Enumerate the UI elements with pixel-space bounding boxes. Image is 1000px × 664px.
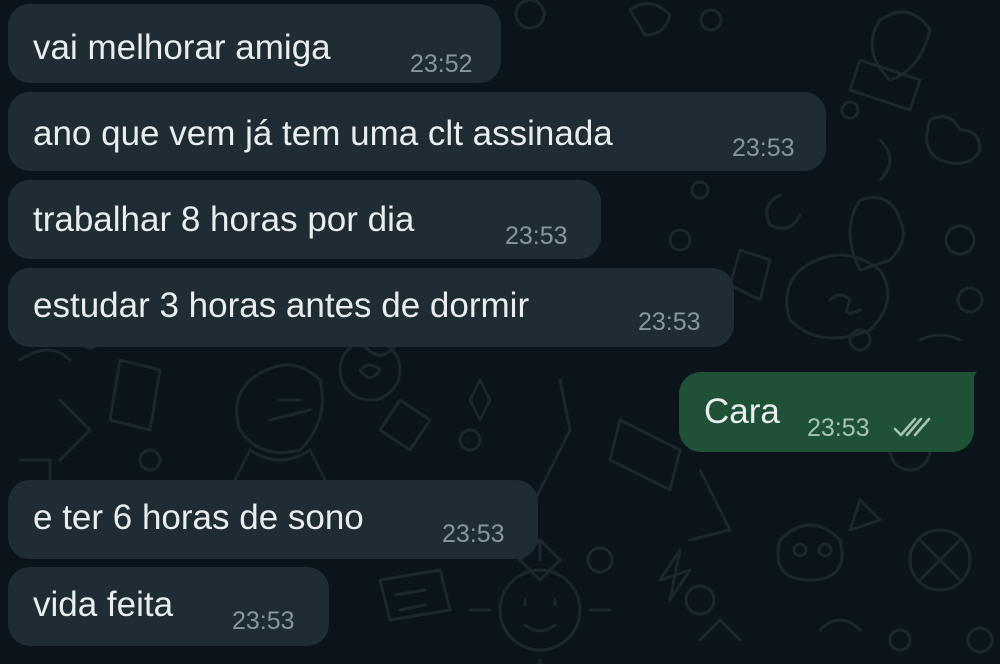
message-timestamp: 23:53: [638, 308, 701, 336]
message-bubble-incoming[interactable]: vai melhorar amiga 23:52: [8, 4, 501, 83]
message-timestamp: 23:53: [807, 414, 870, 442]
message-bubble-outgoing[interactable]: Cara 23:53: [679, 372, 974, 452]
message-text: vai melhorar amiga: [33, 28, 331, 67]
message-text: e ter 6 horas de sono: [33, 498, 364, 537]
message-timestamp: 23:53: [505, 222, 568, 250]
message-text: vida feita: [33, 585, 174, 624]
message-bubble-incoming[interactable]: vida feita 23:53: [8, 567, 329, 646]
chat-view: vai melhorar amiga 23:52 ano que vem já …: [0, 0, 1000, 664]
message-bubble-incoming[interactable]: trabalhar 8 horas por dia 23:53: [8, 180, 601, 259]
message-text: ano que vem já tem uma clt assinada: [33, 114, 613, 153]
double-check-icon: [893, 417, 931, 437]
message-timestamp: 23:52: [410, 50, 473, 78]
message-timestamp: 23:53: [232, 607, 295, 635]
message-text: estudar 3 horas antes de dormir: [33, 286, 530, 325]
message-bubble-incoming[interactable]: e ter 6 horas de sono 23:53: [8, 480, 538, 559]
message-text: Cara: [704, 392, 780, 431]
message-text: trabalhar 8 horas por dia: [33, 200, 415, 239]
message-bubble-incoming[interactable]: estudar 3 horas antes de dormir 23:53: [8, 268, 734, 347]
message-bubble-incoming[interactable]: ano que vem já tem uma clt assinada 23:5…: [8, 92, 826, 171]
message-timestamp: 23:53: [442, 520, 505, 548]
message-timestamp: 23:53: [732, 134, 795, 162]
